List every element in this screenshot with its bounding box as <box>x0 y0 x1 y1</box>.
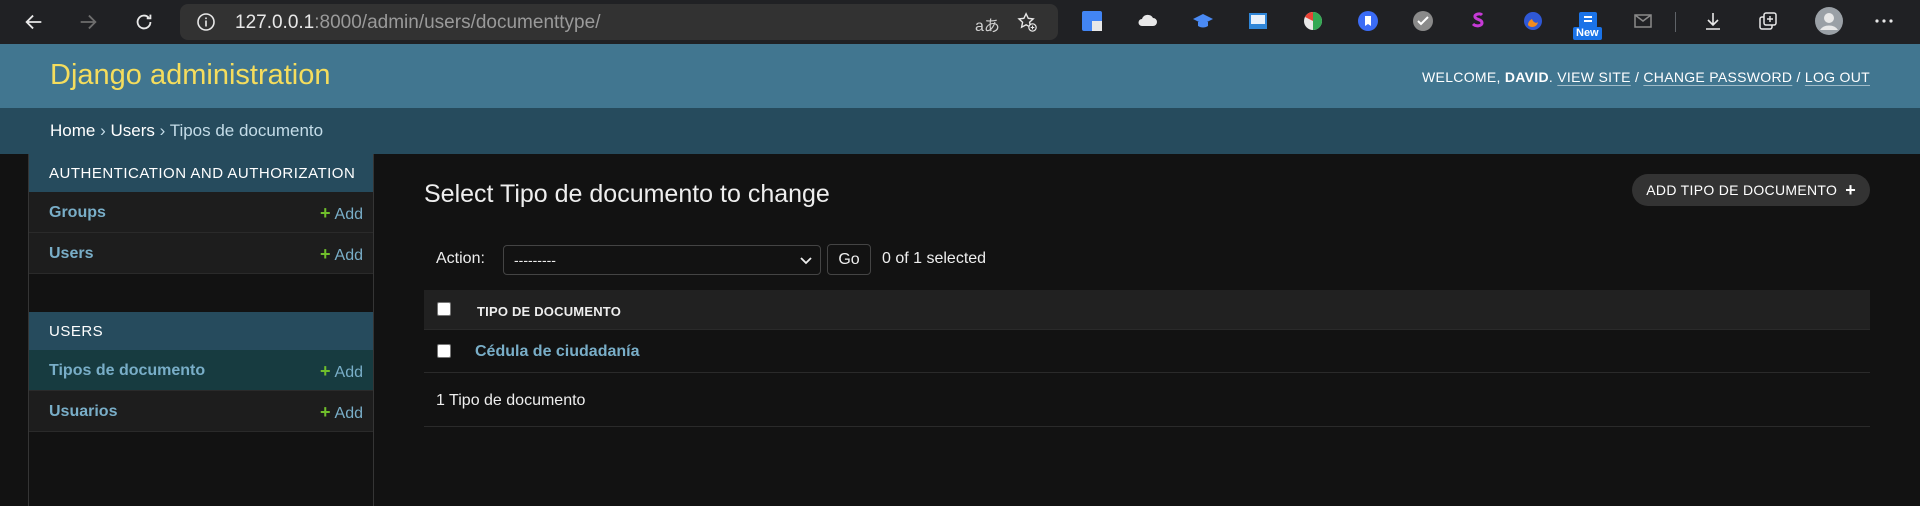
sidebar-item-groups: Groups + Add <box>29 192 373 233</box>
username: DAVID <box>1504 69 1549 85</box>
view-site-link[interactable]: VIEW SITE <box>1557 69 1631 85</box>
arrow-right-icon <box>80 14 97 30</box>
graduation-extension-icon[interactable] <box>1191 9 1215 33</box>
plus-icon: + <box>320 361 331 381</box>
sidebar-link-usuarios[interactable]: Usuarios <box>49 403 117 421</box>
log-out-link[interactable]: LOG OUT <box>1805 69 1870 85</box>
nav-sidebar: AUTHENTICATION AND AUTHORIZATION Groups … <box>28 154 374 506</box>
bookmark-extension-icon[interactable] <box>1356 9 1380 33</box>
paginator: 1 Tipo de documento <box>424 373 1870 427</box>
column-header-tipo-de-documento[interactable]: TIPO DE DOCUMENTO <box>477 304 621 319</box>
admin-header: Django administration WELCOME, DAVID. VI… <box>0 44 1920 108</box>
sidebar-item-users: Users + Add <box>29 233 373 274</box>
actions-bar: Action: --------- Go 0 of 1 selected <box>424 240 1870 280</box>
change-password-link[interactable]: CHANGE PASSWORD <box>1643 69 1792 85</box>
back-button[interactable] <box>16 4 52 40</box>
browser-toolbar: 127.0.0.1:8000/admin/users/documenttype/… <box>0 0 1920 44</box>
chevron-down-icon <box>800 257 812 265</box>
selection-counter: 0 of 1 selected <box>882 250 987 267</box>
translate-icon[interactable]: aあ <box>975 12 1000 36</box>
reload-button[interactable] <box>126 4 162 40</box>
page-title: Select Tipo de documento to change <box>424 180 830 208</box>
plus-icon: + <box>320 402 331 422</box>
reload-icon <box>136 14 152 30</box>
go-button[interactable]: Go <box>827 244 871 275</box>
arrow-left-icon <box>25 14 42 30</box>
table-header: TIPO DE DOCUMENTO <box>424 290 1870 330</box>
site-branding[interactable]: Django administration <box>50 59 330 92</box>
plus-icon: + <box>320 244 331 264</box>
cloud-extension-icon[interactable] <box>1135 9 1159 33</box>
translate-extension-icon[interactable] <box>1080 9 1104 33</box>
sidebar-item-usuarios: Usuarios + Add <box>29 391 373 432</box>
download-icon[interactable] <box>1701 9 1725 33</box>
more-menu-icon[interactable] <box>1872 9 1896 33</box>
add-tipo-de-documento-button[interactable]: ADD TIPO DE DOCUMENTO + <box>1632 174 1870 206</box>
plus-icon: + <box>320 203 331 223</box>
address-bar[interactable]: 127.0.0.1:8000/admin/users/documenttype/… <box>180 4 1058 40</box>
add-tipos-de-documento-link[interactable]: + Add <box>320 361 363 382</box>
sidebar-item-tipos-de-documento: Tipos de documento + Add <box>29 350 373 391</box>
table-row: Cédula de ciudadanía <box>424 330 1870 373</box>
color-picker-extension-icon[interactable] <box>1301 9 1325 33</box>
mail-extension-icon[interactable] <box>1631 9 1655 33</box>
s-extension-icon[interactable] <box>1466 9 1490 33</box>
add-usuarios-link[interactable]: + Add <box>320 402 363 423</box>
check-extension-icon[interactable] <box>1411 9 1435 33</box>
result-count: 1 Tipo de documento <box>436 392 586 409</box>
result-list: TIPO DE DOCUMENTO Cédula de ciudadanía 1… <box>424 290 1870 427</box>
breadcrumb-home[interactable]: Home <box>50 121 95 140</box>
sidebar-link-groups[interactable]: Groups <box>49 204 106 222</box>
image-extension-icon[interactable] <box>1246 9 1270 33</box>
action-select[interactable]: --------- <box>503 245 821 275</box>
row-checkbox[interactable] <box>437 344 451 358</box>
sidebar-link-users[interactable]: Users <box>49 245 93 263</box>
breadcrumb: Home › Users › Tipos de documento <box>0 108 1920 154</box>
toolbar-divider <box>1675 12 1676 32</box>
plus-icon: + <box>1845 179 1856 200</box>
user-tools: WELCOME, DAVID. VIEW SITE / CHANGE PASSW… <box>1422 69 1870 85</box>
profile-avatar-icon[interactable] <box>1815 7 1843 35</box>
new-badge: New <box>1573 27 1602 40</box>
action-label: Action: <box>436 250 485 267</box>
module-caption-auth[interactable]: AUTHENTICATION AND AUTHORIZATION <box>29 154 373 192</box>
row-link[interactable]: Cédula de ciudadanía <box>475 343 639 361</box>
sidebar-link-tipos-de-documento[interactable]: Tipos de documento <box>49 362 205 380</box>
firefox-extension-icon[interactable] <box>1521 9 1545 33</box>
breadcrumb-users[interactable]: Users <box>110 121 154 140</box>
url-text: 127.0.0.1:8000/admin/users/documenttype/ <box>235 12 601 33</box>
favorite-star-icon[interactable] <box>1016 11 1038 33</box>
add-groups-link[interactable]: + Add <box>320 203 363 224</box>
select-all-checkbox[interactable] <box>437 302 451 316</box>
forward-button[interactable] <box>70 4 106 40</box>
collections-icon[interactable] <box>1756 9 1780 33</box>
info-icon[interactable] <box>196 12 216 32</box>
add-users-link[interactable]: + Add <box>320 244 363 265</box>
module-caption-users[interactable]: USERS <box>29 312 373 350</box>
breadcrumb-current: Tipos de documento <box>169 121 324 140</box>
